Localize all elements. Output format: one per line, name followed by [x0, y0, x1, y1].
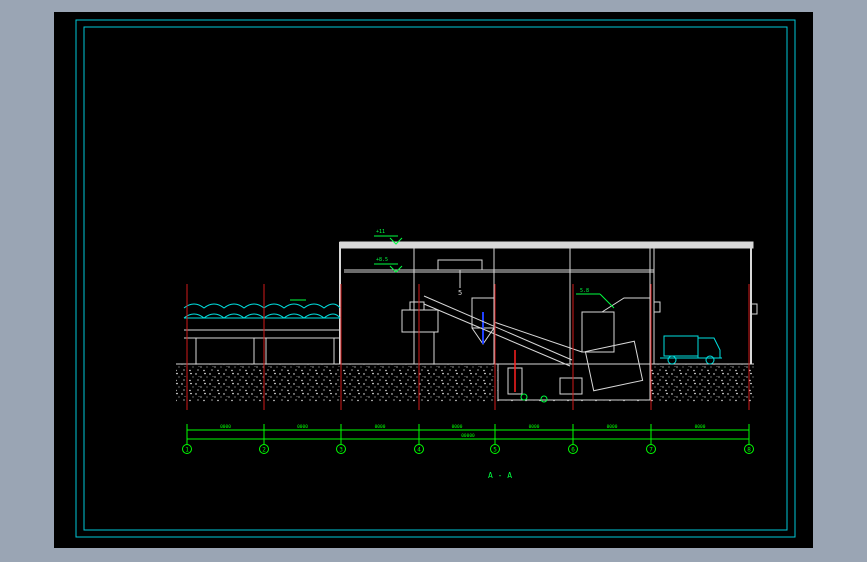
dimension-chain: 0000 0000 0000 0000 0000 0000 000000000 [187, 424, 749, 440]
outer-border [75, 19, 796, 538]
canopy-structure [183, 303, 341, 365]
dimension-text: 0000 [452, 424, 463, 430]
axis-label: 7 [649, 447, 653, 454]
cad-viewport: +11 +8.5 5 5.8 A - A 12345678 0000 0000 00… [0, 0, 867, 562]
callout-label: 5.8 [580, 288, 589, 294]
axis-label: 2 [262, 447, 266, 454]
main-building [339, 241, 754, 364]
callout-number: 5 [458, 289, 462, 297]
axis-label: 8 [747, 447, 751, 454]
dimension-text: 0000 [529, 424, 540, 430]
dimension-text: 0000 [607, 424, 618, 430]
drawing-sheet[interactable]: +11 +8.5 5 5.8 A - A 12345678 0000 0000 00… [54, 12, 813, 548]
axis-label: 1 [185, 447, 189, 454]
inner-border [83, 26, 788, 531]
axis-label: 3 [339, 447, 343, 454]
dimension-text: 0000 [220, 424, 231, 430]
section-drawing: +11 +8.5 5 5.8 A - A 12345678 0000 0000 00… [75, 19, 796, 538]
dimension-text: 0000 [375, 424, 386, 430]
elevation-mid: +8.5 [376, 257, 388, 263]
equipment-pit [497, 363, 651, 401]
dimension-text: 0000 [297, 424, 308, 430]
dimension-text: 0000 [695, 424, 706, 430]
section-label: A - A [488, 471, 512, 480]
total-dimension-text: 00000 [461, 433, 475, 439]
axis-label: 5 [493, 447, 497, 454]
axis-label: 6 [571, 447, 575, 454]
axis-label: 4 [417, 447, 421, 454]
ground-hatch [176, 364, 754, 402]
elevation-top: +11 [376, 229, 385, 235]
